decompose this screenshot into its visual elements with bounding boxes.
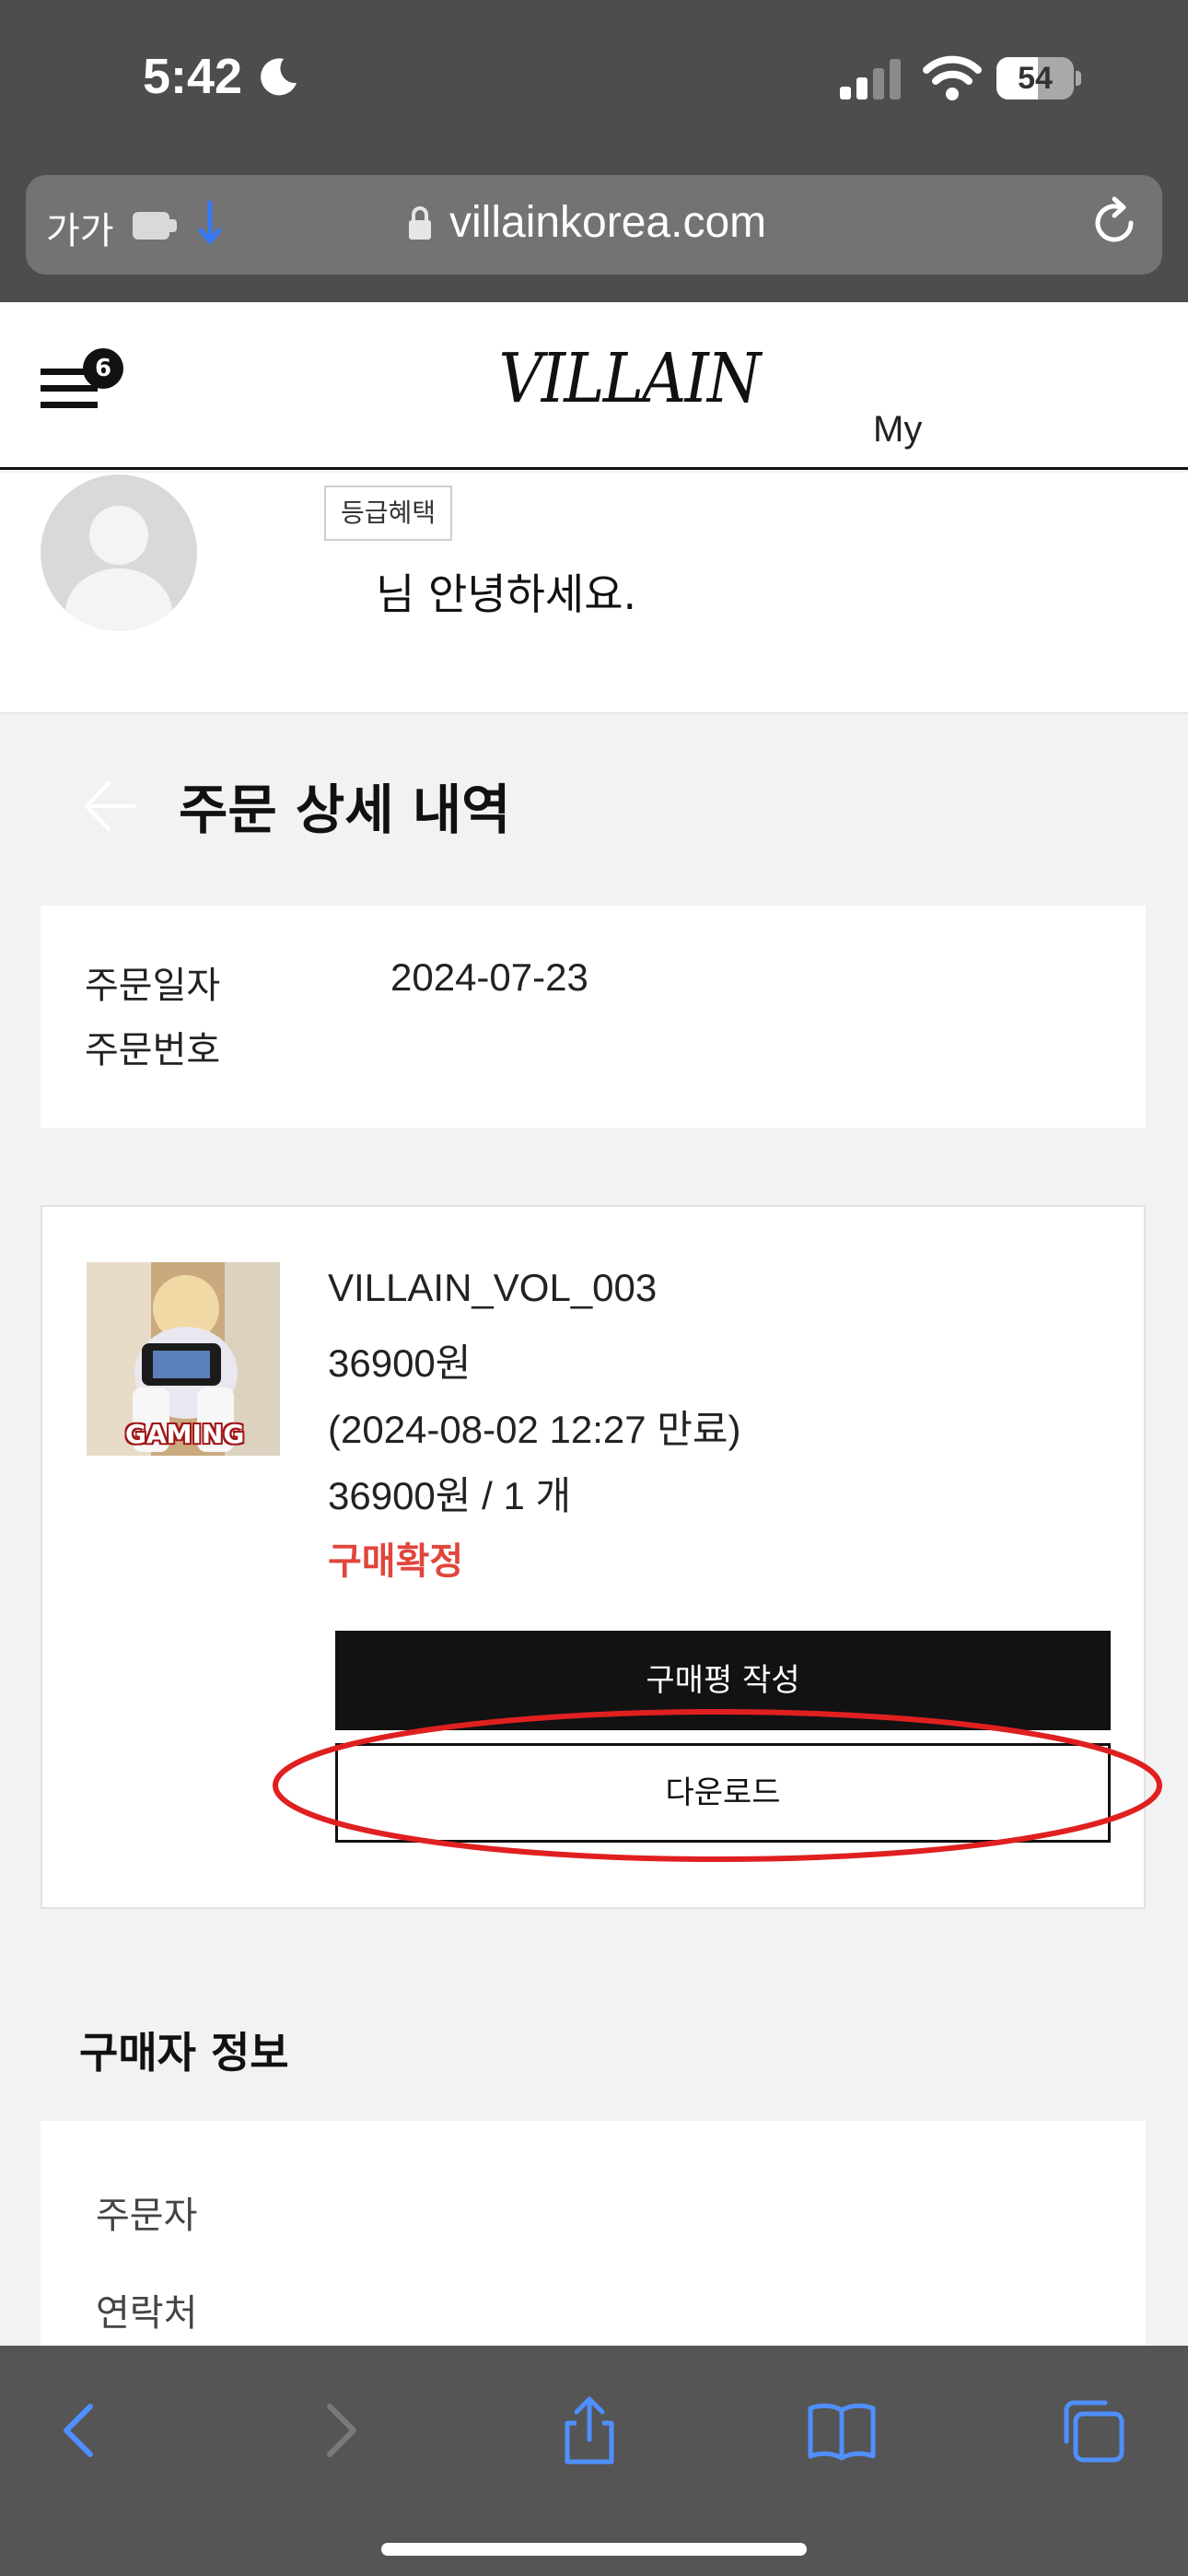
product-expiry: (2024-08-02 12:27 만료) <box>328 1408 741 1451</box>
url-text[interactable]: villainkorea.com <box>449 197 766 248</box>
reload-icon[interactable] <box>1087 195 1142 251</box>
text-size-button[interactable]: 가가 <box>46 201 114 254</box>
browser-chrome: 5:42 54 가가 villainkorea.com <box>0 0 1188 302</box>
address-bar[interactable]: 가가 villainkorea.com <box>26 175 1162 275</box>
home-indicator <box>381 2543 807 2556</box>
order-number-label: 주문번호 <box>85 1029 221 1071</box>
site-logo[interactable]: VILLAIN <box>499 339 762 418</box>
profile-section: 등급혜택 님 안녕하세요. <box>0 473 1188 714</box>
order-info-card: 주문일자 2024-07-23 주문번호 <box>41 906 1146 1128</box>
user-silhouette-icon <box>65 506 172 631</box>
tabs-icon[interactable] <box>1057 2395 1127 2465</box>
bookmarks-icon[interactable] <box>807 2395 877 2465</box>
grade-benefit-badge[interactable]: 등급혜택 <box>324 486 453 541</box>
back-icon[interactable] <box>46 2395 116 2465</box>
order-date-label: 주문일자 <box>85 965 221 1007</box>
lock-icon <box>409 206 431 240</box>
order-status: 구매확정 <box>328 1540 464 1583</box>
avatar <box>41 474 197 631</box>
back-arrow-icon[interactable] <box>81 776 138 837</box>
product-price: 36900원 <box>328 1341 472 1385</box>
wifi-icon <box>923 55 982 100</box>
thumbnail-caption: GAMING <box>125 1419 245 1449</box>
battery-text: 54 <box>1018 61 1053 96</box>
product-total-quantity: 36900원 / 1 개 <box>328 1474 572 1517</box>
moon-icon <box>261 58 297 96</box>
cellular-signal-icon <box>840 59 901 100</box>
translate-icon[interactable] <box>192 197 228 249</box>
battery-indicator: 54 <box>996 57 1081 100</box>
buyer-info-title: 구매자 정보 <box>79 2028 289 2078</box>
product-name[interactable]: VILLAIN_VOL_003 <box>328 1266 657 1310</box>
menu-badge: 6 <box>83 348 123 389</box>
forward-icon[interactable] <box>304 2395 374 2465</box>
status-time: 5:42 <box>143 49 243 104</box>
browser-toolbar <box>0 2346 1188 2576</box>
product-thumbnail[interactable]: GAMING <box>87 1262 280 1456</box>
page-title: 주문 상세 내역 <box>179 779 511 841</box>
red-annotation-circle <box>273 1709 1162 1862</box>
orderer-label: 주문자 <box>96 2195 198 2237</box>
my-page-link[interactable]: My <box>873 409 922 451</box>
greeting-text: 님 안녕하세요. <box>376 569 637 619</box>
extension-icon[interactable] <box>129 203 181 245</box>
contact-label: 연락처 <box>96 2292 198 2335</box>
share-icon[interactable] <box>554 2395 624 2465</box>
site-header: 6 VILLAIN My <box>0 302 1188 470</box>
buyer-info-card: 주문자 연락처 <box>41 2121 1146 2360</box>
order-date-value: 2024-07-23 <box>390 955 588 999</box>
